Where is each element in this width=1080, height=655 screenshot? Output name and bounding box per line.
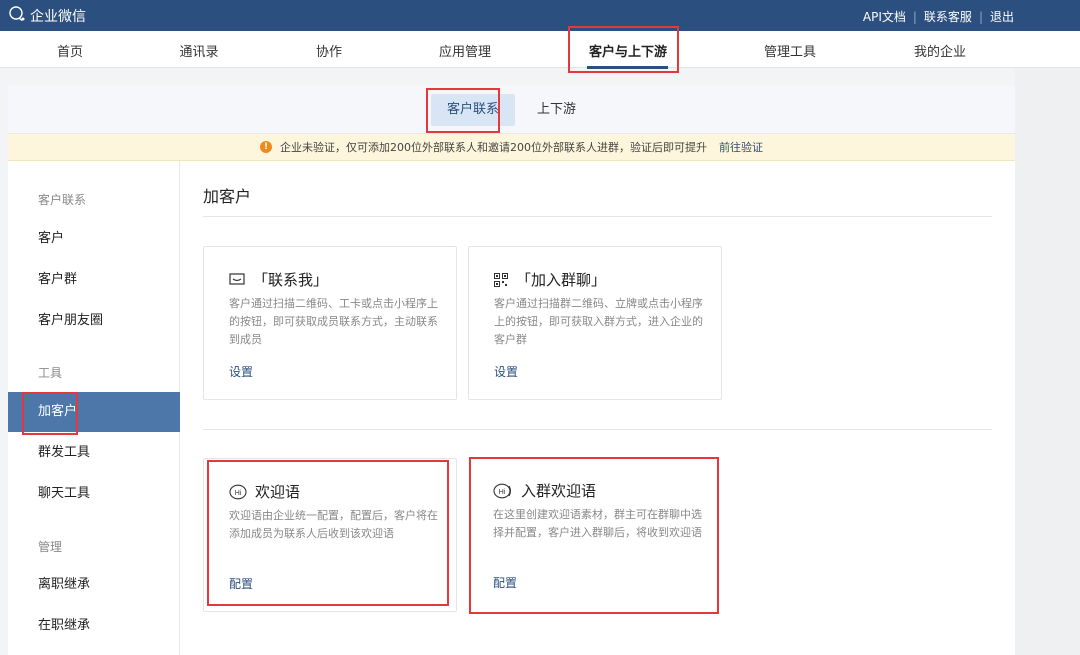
card-title-text: 「联系我」 <box>253 271 329 289</box>
card-join-group: 「加入群聊」 客户通过扫描群二维码、立牌或点击小程序上的按钮，即可获取入群方式，… <box>468 246 722 400</box>
tab-upstream-downstream[interactable]: 上下游 <box>521 94 592 126</box>
nav-home[interactable]: 首页 <box>57 41 83 60</box>
nav-mgmt-tools[interactable]: 管理工具 <box>764 41 816 60</box>
sidebar-item-customer-groups[interactable]: 客户群 <box>8 260 180 300</box>
card-contact-me: 「联系我」 客户通过扫描二维码、工卡或点击小程序上的按钮，即可获取成员联系方式，… <box>203 246 457 400</box>
nav-apps[interactable]: 应用管理 <box>439 41 491 60</box>
card-settings-link[interactable]: 设置 <box>229 363 253 380</box>
page-title: 加客户 <box>203 187 252 206</box>
sidebar-item-mass-send[interactable]: 群发工具 <box>8 433 180 473</box>
card-description: 客户通过扫描二维码、工卡或点击小程序上的按钮，即可获取成员联系方式，主动联系到成… <box>229 297 438 346</box>
top-links: API文档 | 联系客服 | 退出 <box>863 8 1014 25</box>
wecom-logo-icon <box>8 6 26 26</box>
highlight-box-nav <box>568 26 679 73</box>
brand[interactable]: 企业微信 <box>8 6 86 26</box>
nav-collab[interactable]: 协作 <box>316 41 342 60</box>
main-panel: 客户联系 上下游 ! 企业未验证，仅可添加200位外部联系人和邀请200位外部联… <box>8 86 1015 655</box>
nav-contacts[interactable]: 通讯录 <box>179 41 218 60</box>
top-bar: 企业微信 API文档 | 联系客服 | 退出 <box>0 0 1080 31</box>
nav-my-company[interactable]: 我的企业 <box>914 41 966 60</box>
qrcode-icon <box>494 272 508 287</box>
sidebar-group-label: 管理 <box>38 540 63 554</box>
verification-notice: ! 企业未验证，仅可添加200位外部联系人和邀请200位外部联系人进群，验证后即… <box>8 134 1015 161</box>
card-title-text: 「加入群聊」 <box>516 271 607 289</box>
highlight-box-sidebar <box>22 392 78 435</box>
notice-text: 企业未验证，仅可添加200位外部联系人和邀请200位外部联系人进群，验证后即可提… <box>280 141 707 154</box>
sidebar-item-customers[interactable]: 客户 <box>8 219 180 259</box>
separator: | <box>912 9 917 24</box>
contact-me-icon <box>229 272 245 287</box>
sidebar-item-moments[interactable]: 客户朋友圈 <box>8 301 180 341</box>
separator: | <box>978 9 983 24</box>
sidebar-item-chat-tools[interactable]: 聊天工具 <box>8 474 180 514</box>
logout-link[interactable]: 退出 <box>990 8 1014 25</box>
card-description: 客户通过扫描群二维码、立牌或点击小程序上的按钮，即可获取入群方式，进入企业的客户… <box>494 297 703 346</box>
right-gutter <box>1015 68 1080 655</box>
sidebar-item-active-transfer[interactable]: 在职继承 <box>8 606 180 646</box>
divider <box>203 429 992 430</box>
divider <box>203 216 992 217</box>
sidebar-group-label: 工具 <box>38 366 63 380</box>
verify-link[interactable]: 前往验证 <box>719 139 763 155</box>
api-docs-link[interactable]: API文档 <box>863 8 906 25</box>
card-settings-link[interactable]: 设置 <box>494 363 518 380</box>
sidebar-item-resigned-transfer[interactable]: 离职继承 <box>8 565 180 605</box>
brand-name: 企业微信 <box>30 9 86 25</box>
main-nav: 首页 通讯录 协作 应用管理 客户与上下游 管理工具 我的企业 <box>0 31 1080 69</box>
card-title: 「加入群聊」 <box>494 269 606 290</box>
support-link[interactable]: 联系客服 <box>924 8 972 25</box>
sub-nav: 客户联系 上下游 <box>8 86 1015 134</box>
highlight-box-subtab <box>426 88 500 133</box>
sidebar-group-label: 客户联系 <box>38 193 87 207</box>
highlight-box-welcome <box>207 460 449 606</box>
warning-icon: ! <box>260 141 272 153</box>
card-title: 「联系我」 <box>229 269 328 290</box>
highlight-box-group-welcome <box>469 457 719 614</box>
